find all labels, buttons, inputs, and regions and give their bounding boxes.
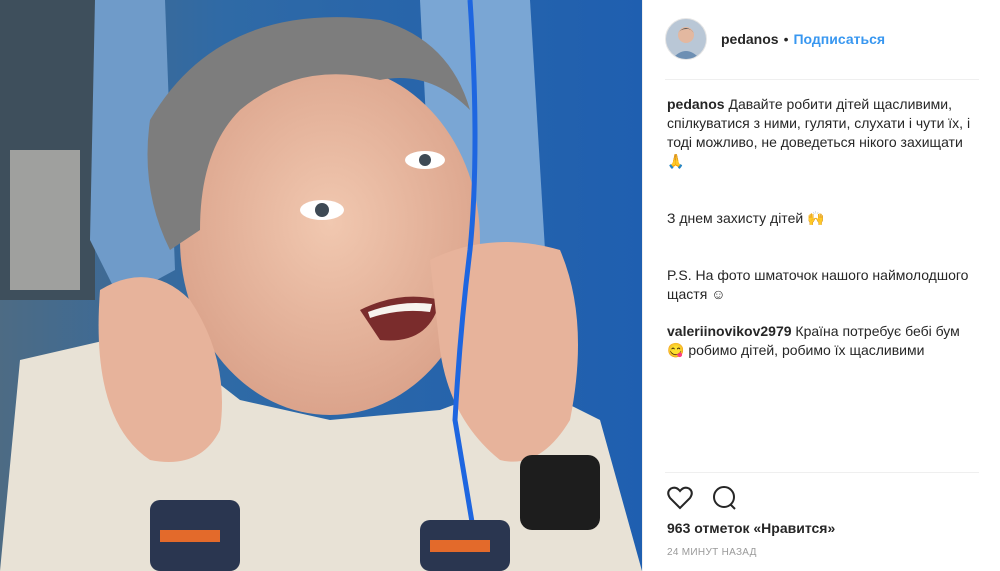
caption-username[interactable]: pedanos xyxy=(667,96,725,112)
post-username[interactable]: pedanos xyxy=(721,31,779,47)
divider xyxy=(665,472,979,473)
post-panel: pedanos • Подписаться pedanos Давайте ро… xyxy=(642,0,1000,571)
caption-text-2: З днем захисту дітей 🙌 xyxy=(667,210,825,226)
post-time[interactable]: 24 МИНУТ НАЗАД xyxy=(667,547,757,558)
post-header: pedanos • Подписаться xyxy=(665,18,885,60)
comments-section: pedanos Давайте робити дітей щасливими, … xyxy=(667,95,979,360)
separator-dot: • xyxy=(783,31,789,47)
heart-icon[interactable] xyxy=(667,486,693,515)
caption: pedanos Давайте робити дітей щасливими, … xyxy=(667,95,979,171)
post-photo[interactable] xyxy=(0,0,642,571)
comment-icon[interactable] xyxy=(711,485,737,516)
divider xyxy=(665,79,979,80)
comment: valeriinovikov2979 Країна потребує бебі … xyxy=(667,322,979,360)
follow-button[interactable]: Подписаться xyxy=(793,31,885,47)
photo-illustration xyxy=(0,0,642,571)
likes-count[interactable]: 963 отметок «Нравится» xyxy=(667,520,835,536)
caption-text-3: P.S. На фото шматочок нашого наймолодшог… xyxy=(667,267,973,302)
post-actions xyxy=(667,485,737,516)
avatar[interactable] xyxy=(665,18,707,60)
comment-username[interactable]: valeriinovikov2979 xyxy=(667,323,792,339)
